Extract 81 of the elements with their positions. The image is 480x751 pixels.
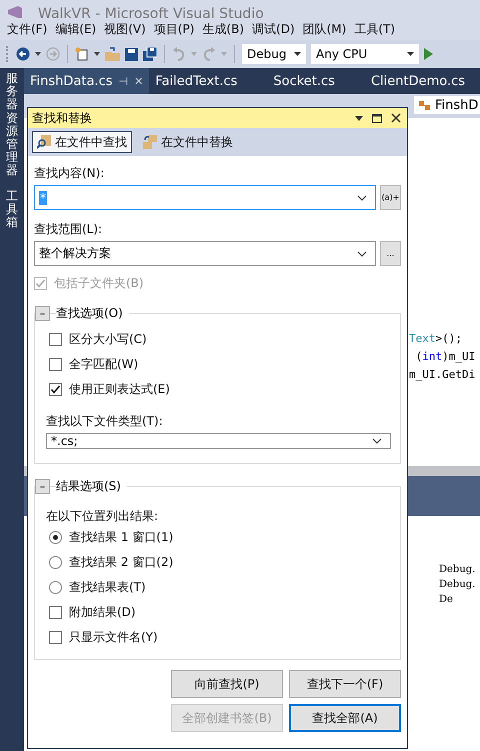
dialog-button[interactable]: 向前查找(P) <box>171 670 283 698</box>
field-label: 在以下位置列出结果: <box>46 508 160 524</box>
code-line: (int)m_UI <box>414 349 476 365</box>
menu-item[interactable]: 生成(B) <box>199 20 248 38</box>
checkbox[interactable] <box>49 358 62 371</box>
folder-icon[interactable] <box>105 47 120 61</box>
collapse-button[interactable]: – <box>35 479 50 494</box>
menu-item[interactable]: 工具(T) <box>351 20 398 38</box>
window-title: WalkVR - Microsoft Visual Studio <box>38 6 264 18</box>
code-line: m_UI.GetDi <box>409 367 476 383</box>
output-line: De <box>439 593 454 607</box>
chevron-down-icon <box>357 194 367 200</box>
close-icon[interactable]: ✕ <box>134 74 144 88</box>
collapse-button[interactable]: – <box>35 306 50 321</box>
code-line: Text>(); <box>409 331 463 347</box>
field-label: 查找范围(L): <box>34 221 104 237</box>
chevron-down-icon <box>372 438 382 444</box>
mode-tab[interactable]: 在文件中查找 <box>32 131 132 153</box>
checkbox-label: 只显示文件名(Y) <box>69 629 158 646</box>
checkbox-label: 包括子文件夹(B) <box>54 275 144 292</box>
pin-icon[interactable]: ⊣ <box>118 74 128 88</box>
checkbox[interactable] <box>49 333 62 346</box>
platform-dropdown[interactable]: Any CPU <box>311 44 419 64</box>
checkbox[interactable] <box>49 631 62 644</box>
side-tab[interactable]: 服务器资源管理器 <box>6 72 18 178</box>
field-label: 查找内容(N): <box>34 165 106 181</box>
dropdown-icon[interactable] <box>355 116 363 120</box>
side-tab[interactable]: 工具箱 <box>6 190 18 230</box>
save-icon[interactable] <box>125 48 138 60</box>
maximize-icon[interactable] <box>372 114 382 122</box>
document-tab[interactable]: ClientDemo.cs <box>364 68 472 94</box>
radio-label: 查找结果 1 窗口(1) <box>69 529 174 546</box>
dropdown-icon[interactable] <box>94 52 100 56</box>
output-line: Debug. <box>439 578 476 592</box>
dialog-title: 查找和替换 <box>32 110 92 126</box>
regex-builder-button[interactable]: (a)+ <box>380 185 401 210</box>
caret-icon <box>407 52 414 56</box>
document-tab[interactable]: Socket.cs <box>267 68 341 94</box>
scope-dropdown[interactable]: 整个解决方案 <box>34 241 376 266</box>
menu-item[interactable]: 团队(M) <box>300 20 350 38</box>
replace-in-files-icon <box>143 135 157 149</box>
menu-item[interactable]: 视图(V) <box>101 20 149 38</box>
dialog-button[interactable]: 查找下一个(F) <box>289 670 401 698</box>
file-types-dropdown[interactable]: *.cs; <box>46 433 391 449</box>
toolbar-grip[interactable] <box>6 46 11 62</box>
configuration-dropdown[interactable]: Debug <box>242 44 306 64</box>
radio-button[interactable] <box>49 581 62 594</box>
mode-tab[interactable]: 在文件中替换 <box>138 131 238 153</box>
checkbox-label: 区分大小写(C) <box>69 331 147 348</box>
checkbox-label: 附加结果(D) <box>69 604 136 621</box>
radio-button[interactable] <box>49 531 62 544</box>
menu-item[interactable]: 编辑(E) <box>52 20 100 38</box>
caret-icon <box>294 52 301 56</box>
checkbox[interactable] <box>49 606 62 619</box>
dropdown-icon[interactable] <box>35 52 41 56</box>
radio-button[interactable] <box>49 556 62 569</box>
find-in-files-icon <box>37 135 51 149</box>
radio-label: 查找结果表(T) <box>69 579 146 596</box>
menu-item[interactable]: 文件(F) <box>4 20 50 38</box>
member-dropdown[interactable]: FinshD <box>414 96 480 114</box>
close-icon[interactable] <box>391 113 401 123</box>
document-tab[interactable]: FinshData.cs ⊣ ✕ <box>24 68 150 94</box>
menu-item[interactable]: 调试(D) <box>249 20 298 38</box>
menu-item[interactable]: 项目(P) <box>150 20 198 38</box>
field-label: 查找以下文件类型(T): <box>46 413 164 429</box>
back-icon[interactable] <box>16 47 30 61</box>
checkbox-label: 使用正则表达式(E) <box>69 381 170 398</box>
output-line: Debug. <box>439 563 476 577</box>
checkbox[interactable] <box>49 383 62 396</box>
radio-label: 查找结果 2 窗口(2) <box>69 554 174 571</box>
group-title: 查找选项(O) <box>56 305 129 322</box>
group-title: 结果选项(S) <box>56 478 127 495</box>
save-all-icon[interactable] <box>143 47 157 61</box>
new-item-icon[interactable] <box>75 47 89 61</box>
chevron-down-icon <box>357 250 367 256</box>
browse-button[interactable]: ... <box>380 241 401 266</box>
play-icon[interactable] <box>424 48 433 60</box>
document-tab[interactable]: FailedText.cs <box>149 68 244 94</box>
class-icon <box>418 99 432 111</box>
dialog-button[interactable]: 查找全部(A) <box>289 704 401 732</box>
checkbox-label: 全字匹配(W) <box>69 356 138 373</box>
